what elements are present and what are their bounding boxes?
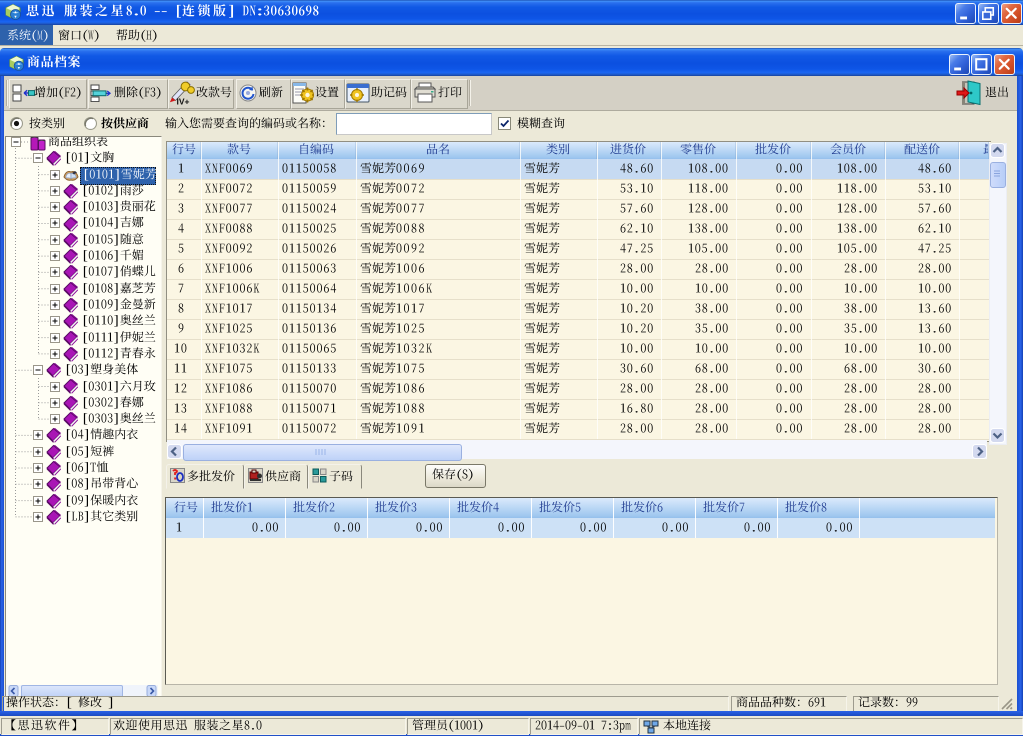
svg-text:IV+: IV+ [177, 97, 190, 106]
